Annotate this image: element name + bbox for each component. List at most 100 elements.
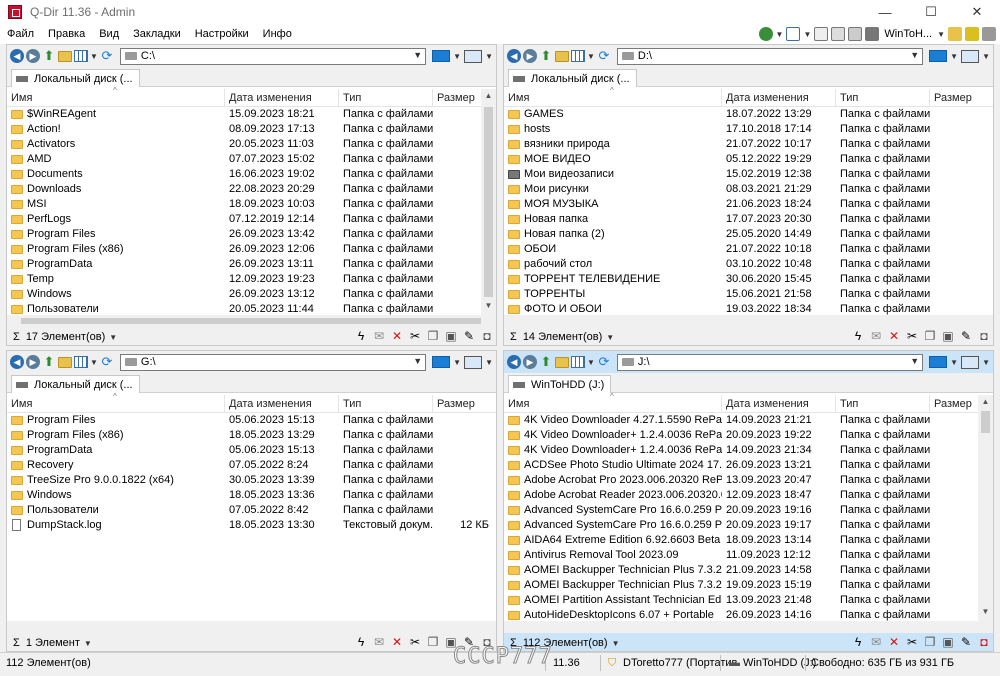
delete-icon[interactable]: ✕ (887, 635, 901, 649)
list-item[interactable]: ProgramData 05.06.2023 15:13 Папка с файла… (7, 443, 496, 458)
address-text[interactable]: J:\ (638, 356, 650, 368)
monitor-icon[interactable] (929, 50, 948, 62)
delete-icon[interactable]: ✕ (390, 635, 404, 649)
lightning-icon[interactable]: ϟ (851, 635, 865, 649)
scroll-thumb[interactable] (484, 107, 493, 297)
computer-icon[interactable] (464, 355, 483, 369)
col-date[interactable]: Дата изменения (225, 395, 339, 413)
list-item[interactable]: МОЕ ВИДЕО 05.12.2022 19:29 Папка с файлами (504, 152, 993, 167)
menu-settings[interactable]: Настройки (188, 28, 256, 40)
list-item[interactable]: Новая папка (2) 25.05.2020 14:49 Папка с ф… (504, 227, 993, 242)
list-item[interactable]: hosts 17.10.2018 17:14 Папка с файлами (504, 122, 993, 137)
computer-icon[interactable] (961, 355, 980, 369)
chevron-down-icon[interactable]: ▼ (606, 333, 614, 342)
rename-icon[interactable]: ✎ (959, 329, 973, 343)
list-item[interactable]: Adobe Acrobat Pro 2023.006.20320 RePack … (504, 473, 993, 488)
copy-icon[interactable]: ❐ (426, 329, 440, 343)
scroll-down-icon[interactable]: ▼ (978, 607, 993, 619)
list-item[interactable]: Activators 20.05.2023 11:03 Папка с файлам… (7, 137, 496, 152)
scroll-thumb[interactable] (981, 411, 990, 433)
back-icon[interactable]: ◀ (507, 355, 521, 369)
maximize-button[interactable]: ☐ (908, 0, 954, 24)
lightning-icon[interactable]: ϟ (354, 635, 368, 649)
cut-icon[interactable]: ✂ (408, 329, 422, 343)
list-item[interactable]: МОЯ МУЗЫКА 21.06.2023 18:24 Папка с файлам… (504, 197, 993, 212)
col-size[interactable]: Размер (433, 395, 496, 413)
new-folder-icon[interactable] (58, 356, 72, 368)
new-folder-icon[interactable] (58, 50, 72, 62)
list-item[interactable]: Новая папка 17.07.2023 20:30 Папка с файла… (504, 212, 993, 227)
refresh-icon[interactable]: ⟳ (100, 355, 114, 369)
list-item[interactable]: Program Files 26.09.2023 13:42 Папка с фай… (7, 227, 496, 242)
copy-icon[interactable]: ❐ (923, 329, 937, 343)
close-button[interactable]: ✕ (954, 0, 1000, 24)
back-icon[interactable]: ◀ (507, 49, 521, 63)
tab-drive[interactable]: Локальный диск (... (508, 69, 637, 87)
menu-file[interactable]: Файл (0, 28, 41, 40)
chevron-down-icon[interactable]: ▼ (982, 358, 990, 367)
col-name[interactable]: Имя (7, 89, 225, 107)
rename-icon[interactable]: ✎ (462, 329, 476, 343)
list-item[interactable]: Temp 12.09.2023 19:23 Папка с файлами (7, 272, 496, 287)
col-size[interactable]: Размер (930, 395, 980, 413)
col-type[interactable]: Тип (339, 395, 433, 413)
up-icon[interactable]: ⬆ (539, 49, 553, 63)
forward-icon[interactable]: ▶ (523, 355, 537, 369)
monitor-icon[interactable] (432, 50, 451, 62)
lightning-icon[interactable]: ϟ (851, 329, 865, 343)
tab-drive[interactable]: Локальный диск (... (11, 375, 140, 393)
cut-icon[interactable]: ✂ (905, 635, 919, 649)
chevron-down-icon[interactable]: ▼ (803, 30, 811, 39)
chevron-down-icon[interactable]: ▼ (453, 52, 461, 61)
list-item[interactable]: Program Files (x86) 26.09.2023 12:06 Папка… (7, 242, 496, 257)
list-item[interactable]: MSI 18.09.2023 10:03 Папка с файлами (7, 197, 496, 212)
chevron-down-icon[interactable]: ▼ (413, 50, 422, 60)
list-item[interactable]: вязники природа 21.07.2022 10:17 Папка с ф… (504, 137, 993, 152)
view-mode-icon[interactable] (74, 50, 88, 62)
folder-icon[interactable] (948, 27, 962, 41)
chevron-down-icon[interactable]: ▼ (982, 52, 990, 61)
panel-icon[interactable] (831, 27, 846, 41)
delete-icon[interactable]: ✕ (887, 329, 901, 343)
up-icon[interactable]: ⬆ (42, 355, 56, 369)
tab-drive[interactable]: WinToHDD (J:) (508, 375, 612, 393)
list-item[interactable]: DumpStack.log 18.05.2023 13:30 Текстовый д… (7, 518, 496, 533)
chevron-down-icon[interactable]: ▼ (109, 333, 117, 342)
col-name[interactable]: Имя (504, 395, 722, 413)
view-mode-icon[interactable] (74, 356, 88, 368)
list-item[interactable]: Downloads 22.08.2023 20:29 Папка с файлами (7, 182, 496, 197)
horizontal-scrollbar[interactable] (7, 315, 496, 327)
chevron-down-icon[interactable]: ▼ (910, 356, 919, 366)
monitor-icon[interactable] (432, 356, 451, 368)
scroll-thumb[interactable] (21, 318, 481, 324)
new-folder-icon[interactable] (555, 50, 569, 62)
cut-icon[interactable]: ✂ (905, 329, 919, 343)
scroll-up-icon[interactable]: ▲ (481, 91, 496, 103)
forward-icon[interactable]: ▶ (523, 49, 537, 63)
chevron-down-icon[interactable]: ▼ (90, 358, 98, 367)
tools-icon[interactable] (982, 27, 996, 41)
address-bar[interactable]: D:\ ▼ (616, 47, 924, 65)
chevron-down-icon[interactable]: ▼ (485, 52, 493, 61)
col-date[interactable]: Дата изменения (722, 395, 836, 413)
forward-icon[interactable]: ▶ (26, 49, 40, 63)
star-icon[interactable] (965, 27, 979, 41)
chevron-down-icon[interactable]: ▼ (90, 52, 98, 61)
up-icon[interactable]: ⬆ (42, 49, 56, 63)
paste-icon[interactable]: ▣ (444, 329, 458, 343)
scroll-up-icon[interactable]: ▲ (978, 397, 993, 409)
list-item[interactable]: AIDA64 Extreme Edition 6.92.6603 Beta Po… (504, 533, 993, 548)
address-bar[interactable]: C:\ ▼ (119, 47, 427, 65)
mail-icon[interactable]: ✉ (869, 635, 883, 649)
mail-icon[interactable]: ✉ (372, 635, 386, 649)
list-item[interactable]: Windows 18.05.2023 13:36 Папка с файлами (7, 488, 496, 503)
list-item[interactable]: AMD 07.07.2023 15:02 Папка с файлами (7, 152, 496, 167)
chevron-down-icon[interactable]: ▼ (612, 639, 620, 648)
cut-icon[interactable]: ✂ (408, 635, 422, 649)
list-item[interactable]: ОБОИ 21.07.2022 10:18 Папка с файлами (504, 242, 993, 257)
col-type[interactable]: Тип (836, 89, 930, 107)
col-type[interactable]: Тип (836, 395, 930, 413)
properties-icon[interactable]: ◘ (977, 329, 991, 343)
minimize-button[interactable]: — (862, 0, 908, 24)
list-item[interactable]: $WinREAgent 15.09.2023 18:21 Папка с файла… (7, 107, 496, 122)
